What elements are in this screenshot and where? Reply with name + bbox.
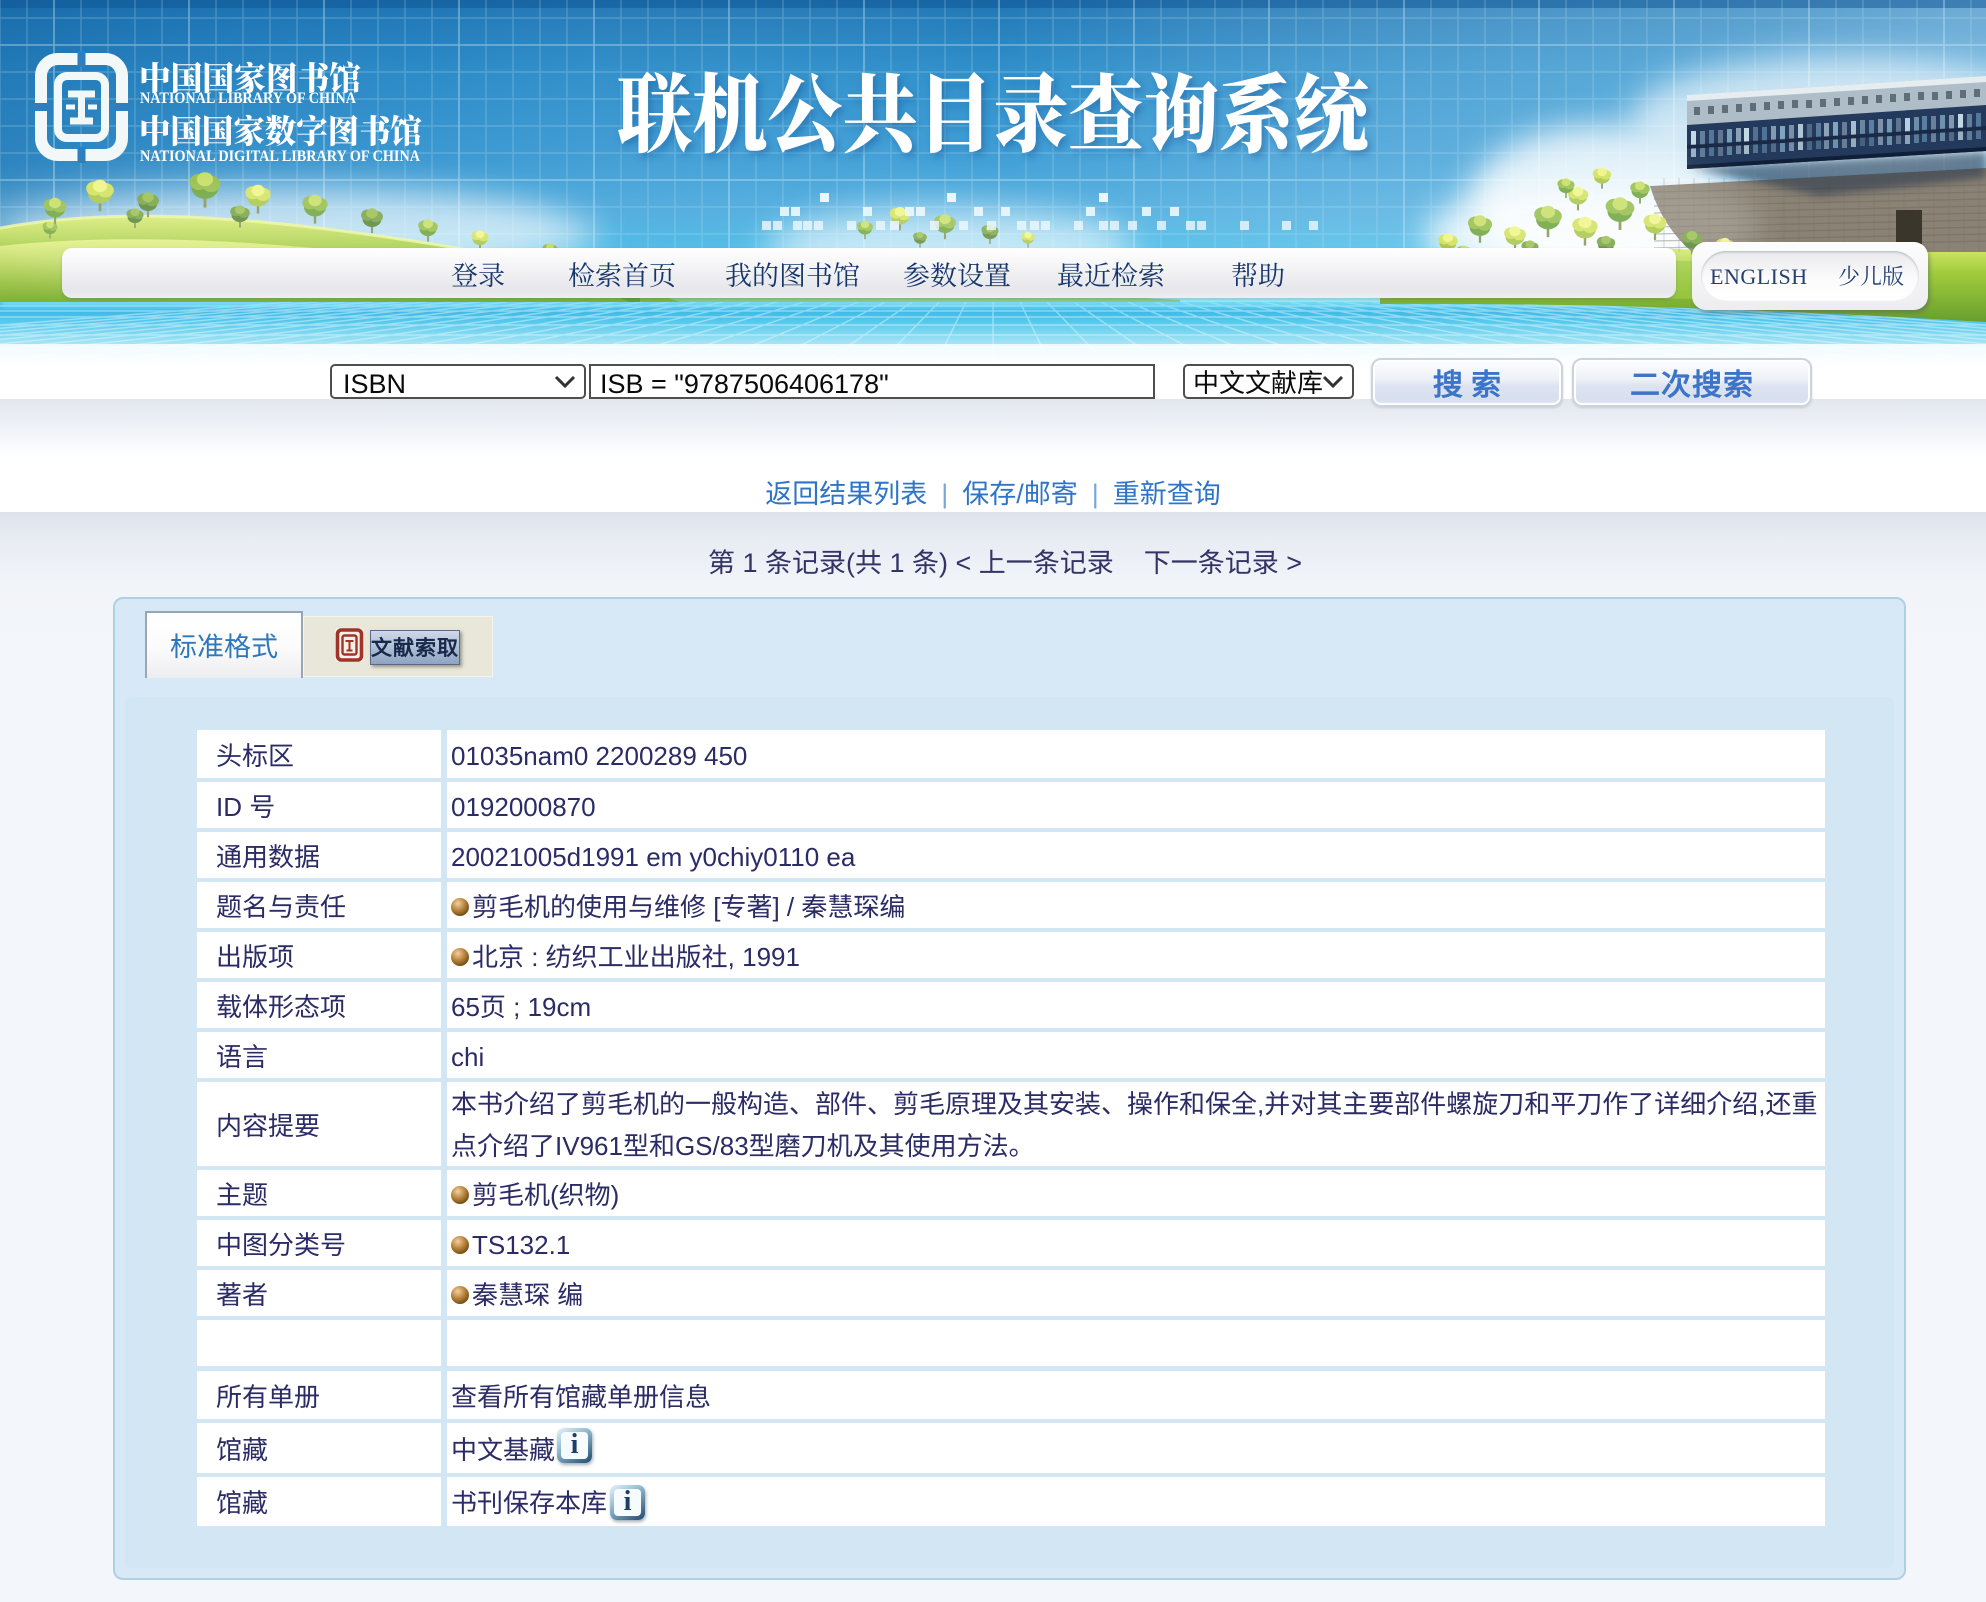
- svg-text:中国国家数字图书馆: 中国国家数字图书馆: [139, 106, 422, 153]
- svg-text:联机公共目录查询系统: 联机公共目录查询系统: [617, 46, 1375, 170]
- svg-text:NATIONAL LIBRARY OF CHINA: NATIONAL LIBRARY OF CHINA: [140, 90, 356, 107]
- svg-text:NATIONAL DIGITAL LIBRARY OF CH: NATIONAL DIGITAL LIBRARY OF CHINA: [140, 148, 420, 165]
